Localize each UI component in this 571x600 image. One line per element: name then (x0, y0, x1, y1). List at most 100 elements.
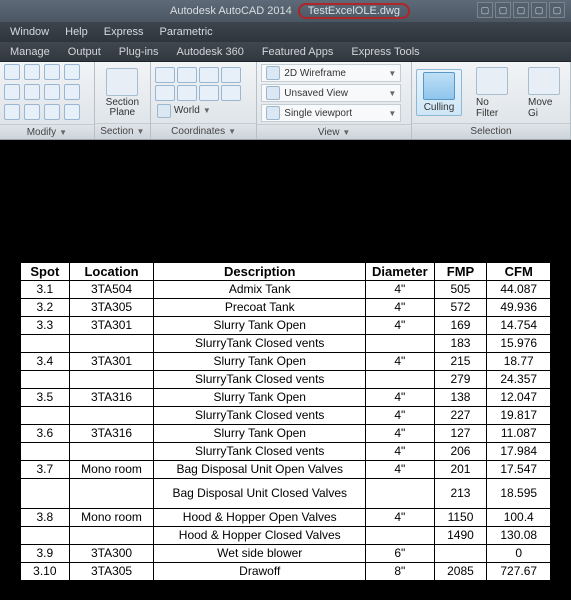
filter-icon (476, 67, 508, 95)
cell-description: Admix Tank (154, 281, 366, 299)
tab-autodesk360[interactable]: Autodesk 360 (177, 46, 244, 58)
cell-cfm: 14.754 (487, 317, 551, 335)
panel-title-coordinates[interactable]: Coordinates▼ (151, 123, 256, 139)
ucs-icon[interactable] (221, 85, 241, 101)
table-row: 3.23TA305Precoat Tank4"57249.936 (21, 299, 551, 317)
cell-description: Wet side blower (154, 545, 366, 563)
modify-tool-icon[interactable] (4, 64, 20, 80)
panel-title-modify[interactable]: Modify▼ (0, 124, 94, 139)
cell-diameter: 4" (366, 389, 434, 407)
cell-spot: 3.5 (21, 389, 70, 407)
drawing-viewport[interactable]: Spot Location Description Diameter FMP C… (0, 140, 571, 600)
visual-style-dropdown[interactable]: 2D Wireframe ▼ (261, 64, 401, 82)
cell-diameter: 4" (366, 407, 434, 425)
named-view-dropdown[interactable]: Unsaved View ▼ (261, 84, 401, 102)
ucs-world-label: World (174, 105, 200, 116)
cell-diameter (366, 371, 434, 389)
cell-cfm: 130.08 (487, 527, 551, 545)
panel-coordinates: World ▼ Coordinates▼ (151, 62, 257, 139)
menu-help[interactable]: Help (65, 26, 88, 38)
ucs-icon[interactable] (177, 67, 197, 83)
menu-window[interactable]: Window (10, 26, 49, 38)
col-fmp: FMP (434, 263, 487, 281)
tab-featured-apps[interactable]: Featured Apps (262, 46, 334, 58)
ucs-icon[interactable] (199, 85, 219, 101)
cell-diameter (366, 527, 434, 545)
cell-fmp: 215 (434, 353, 487, 371)
menu-express[interactable]: Express (104, 26, 144, 38)
cell-fmp: 572 (434, 299, 487, 317)
modify-tool-icon[interactable] (4, 84, 20, 100)
menu-bar: Window Help Express Parametric (0, 22, 571, 42)
panel-title-selection: Selection (412, 123, 570, 139)
qat-btn-5[interactable]: ▢ (549, 2, 565, 18)
no-filter-button[interactable]: No Filter (470, 65, 514, 121)
cell-description: SlurryTank Closed vents (154, 443, 366, 461)
quick-access-toolbar: ▢ ▢ ▢ ▢ ▢ (477, 2, 565, 18)
cell-location (69, 407, 154, 425)
cell-spot: 3.3 (21, 317, 70, 335)
ucs-icon[interactable] (221, 67, 241, 83)
cell-spot: 3.7 (21, 461, 70, 479)
cell-description: Bag Disposal Unit Open Valves (154, 461, 366, 479)
data-table: Spot Location Description Diameter FMP C… (20, 262, 551, 581)
qat-btn-4[interactable]: ▢ (531, 2, 547, 18)
modify-tool-icon[interactable] (44, 64, 60, 80)
viewport-config-dropdown[interactable]: Single viewport ▼ (261, 104, 401, 122)
cell-cfm: 11.087 (487, 425, 551, 443)
cell-spot: 3.1 (21, 281, 70, 299)
cell-diameter: 4" (366, 425, 434, 443)
modify-tool-icon[interactable] (44, 84, 60, 100)
menu-parametric[interactable]: Parametric (160, 26, 213, 38)
document-name: TestExcelOLE.dwg (298, 3, 410, 19)
qat-btn-3[interactable]: ▢ (513, 2, 529, 18)
cell-fmp: 279 (434, 371, 487, 389)
tab-express-tools[interactable]: Express Tools (351, 46, 419, 58)
cell-location: Mono room (69, 461, 154, 479)
modify-tool-icon[interactable] (64, 84, 80, 100)
modify-tool-icon[interactable] (64, 104, 80, 120)
tab-output[interactable]: Output (68, 46, 101, 58)
table-row: SlurryTank Closed vents4"22719.817 (21, 407, 551, 425)
move-gizmo-label: Move Gi (528, 97, 560, 119)
table-row: SlurryTank Closed vents27924.357 (21, 371, 551, 389)
ucs-icon[interactable] (199, 67, 219, 83)
modify-tool-icon[interactable] (24, 84, 40, 100)
ucs-icon[interactable] (155, 85, 175, 101)
panel-title-section[interactable]: Section▼ (95, 123, 150, 139)
ucs-icon[interactable] (155, 67, 175, 83)
qat-btn-2[interactable]: ▢ (495, 2, 511, 18)
modify-tool-icon[interactable] (24, 104, 40, 120)
no-filter-label: No Filter (476, 97, 508, 119)
title-bar: Autodesk AutoCAD 2014 TestExcelOLE.dwg ▢… (0, 0, 571, 22)
table-row: 3.13TA504Admix Tank4"50544.087 (21, 281, 551, 299)
move-gizmo-button[interactable]: Move Gi (522, 65, 566, 121)
cell-cfm: 100.4 (487, 509, 551, 527)
modify-tool-icon[interactable] (4, 104, 20, 120)
tab-manage[interactable]: Manage (10, 46, 50, 58)
modify-tool-icon[interactable] (44, 104, 60, 120)
culling-label: Culling (424, 102, 455, 113)
chevron-down-icon: ▼ (203, 106, 211, 115)
section-plane-icon (106, 68, 138, 96)
chevron-down-icon: ▼ (388, 89, 396, 98)
ribbon-tabs: Manage Output Plug-ins Autodesk 360 Feat… (0, 42, 571, 62)
cell-fmp: 213 (434, 479, 487, 509)
section-plane-button[interactable]: Section Plane (99, 66, 146, 120)
qat-btn-1[interactable]: ▢ (477, 2, 493, 18)
section-plane-label: Section Plane (105, 98, 140, 118)
table-row: 3.93TA300Wet side blower6"0 (21, 545, 551, 563)
modify-tool-icon[interactable] (24, 64, 40, 80)
modify-tool-icon[interactable] (64, 64, 80, 80)
tab-plugins[interactable]: Plug-ins (119, 46, 159, 58)
cell-location: Mono room (69, 509, 154, 527)
panel-title-view[interactable]: View▼ (257, 124, 411, 139)
cell-spot: 3.4 (21, 353, 70, 371)
ucs-world-dropdown[interactable]: World ▼ (155, 103, 241, 119)
ucs-icon[interactable] (177, 85, 197, 101)
cell-cfm: 0 (487, 545, 551, 563)
panel-title-label: View (318, 127, 340, 138)
table-header-row: Spot Location Description Diameter FMP C… (21, 263, 551, 281)
culling-button[interactable]: Culling (416, 69, 462, 116)
cell-diameter: 4" (366, 509, 434, 527)
